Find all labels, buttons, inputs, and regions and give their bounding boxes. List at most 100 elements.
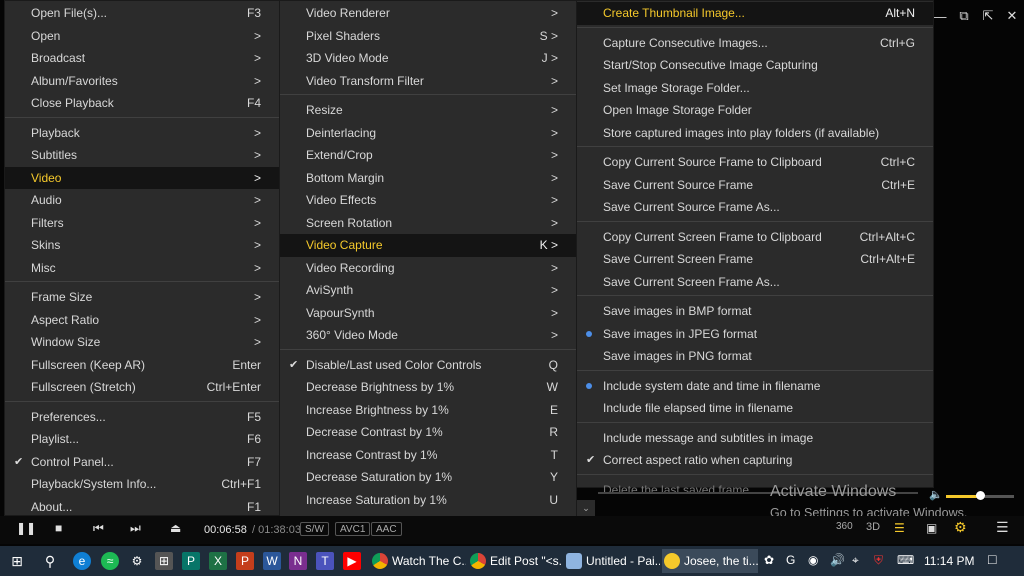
menu-item-start-stop-consecutive-image-capturing[interactable]: Start/Stop Consecutive Image Capturing — [577, 54, 933, 77]
taskbar-task-chrome-1[interactable]: Watch The C... — [370, 549, 466, 573]
menu-item-save-images-in-png-format[interactable]: Save images in PNG format — [577, 345, 933, 368]
search-icon[interactable]: ⚲ — [41, 552, 59, 570]
menu-item-video-renderer[interactable]: Video Renderer > — [280, 2, 576, 25]
menu-item-copy-current-screen-frame-to-clipboard[interactable]: Copy Current Screen Frame to Clipboard Ct… — [577, 226, 933, 249]
tray-app2-icon[interactable]: ◉ — [808, 553, 818, 567]
menu-item-create-thumbnail-image[interactable]: Create Thumbnail Image... Alt+N — [577, 2, 933, 25]
taskbar-task-paint[interactable]: Untitled - Pai... — [564, 549, 660, 573]
clock[interactable]: 11:14 PM — [924, 554, 974, 568]
menu-item-playlist[interactable]: Playlist... F6 — [5, 428, 279, 451]
word-icon[interactable]: W — [263, 552, 281, 570]
subtitle-search-icon[interactable]: ☰ — [894, 521, 905, 535]
menu-icon[interactable]: ☰ — [996, 519, 1009, 536]
stop-icon[interactable]: ■ — [55, 521, 62, 535]
menu-item-set-image-storage-folder[interactable]: Set Image Storage Folder... — [577, 77, 933, 100]
settings-icon[interactable]: ⚙ — [128, 552, 146, 570]
volume-handle[interactable] — [976, 491, 985, 500]
3d-icon[interactable]: 3D — [866, 521, 880, 533]
menu-item-aspect-ratio[interactable]: Aspect Ratio > — [5, 309, 279, 332]
menu-item-decrease-saturation-by-1[interactable]: Decrease Saturation by 1% Y — [280, 466, 576, 489]
windows-start-icon[interactable]: ⊞ — [8, 552, 26, 570]
menu-item-copy-current-source-frame-to-clipboard[interactable]: Copy Current Source Frame to Clipboard Ct… — [577, 151, 933, 174]
menu-item-resize[interactable]: Resize > — [280, 99, 576, 122]
menu-item-extend-crop[interactable]: Extend/Crop > — [280, 144, 576, 167]
menu-item-window-size[interactable]: Window Size > — [5, 331, 279, 354]
taskbar-task-chrome-2[interactable]: Edit Post "<s... — [468, 549, 562, 573]
onenote-icon[interactable]: N — [289, 552, 307, 570]
edge-icon[interactable]: e — [73, 552, 91, 570]
menu-item-screen-rotation[interactable]: Screen Rotation > — [280, 212, 576, 235]
calculator-icon[interactable]: ⊞ — [155, 552, 173, 570]
menu-item-vapoursynth[interactable]: VapourSynth > — [280, 302, 576, 325]
restore-icon[interactable]: ⧉ — [952, 4, 976, 28]
menu-item-increase-saturation-by-1[interactable]: Increase Saturation by 1% U — [280, 489, 576, 512]
pause-icon[interactable]: ❚❚ — [16, 521, 36, 535]
menu-item-playback[interactable]: Playback > — [5, 122, 279, 145]
volume-icon[interactable]: 🔈 — [929, 488, 943, 501]
menu-item-close-playback[interactable]: Close Playback F4 — [5, 92, 279, 115]
menu-item-increase-brightness-by-1[interactable]: Increase Brightness by 1% E — [280, 399, 576, 422]
teams-icon[interactable]: T — [316, 552, 334, 570]
next-icon[interactable]: ⏭ — [130, 521, 141, 536]
menu-item-save-current-screen-frame[interactable]: Save Current Screen Frame Ctrl+Alt+E — [577, 248, 933, 271]
menu-item-misc[interactable]: Misc > — [5, 257, 279, 280]
excel-icon[interactable]: X — [209, 552, 227, 570]
tray-grammarly-icon[interactable]: G — [786, 553, 795, 567]
menu-item-album-favorites[interactable]: Album/Favorites > — [5, 70, 279, 93]
taskbar-task-player[interactable]: Josee, the ti... — [662, 549, 758, 573]
menu-item-pixel-shaders[interactable]: Pixel Shaders S > — [280, 25, 576, 48]
keyboard-icon[interactable]: ⌨ — [897, 553, 914, 567]
fullscreen-icon[interactable]: ⇱ — [976, 4, 1000, 28]
menu-item-save-current-screen-frame-as[interactable]: Save Current Screen Frame As... — [577, 271, 933, 294]
scroll-down-icon[interactable]: ⌄ — [577, 500, 595, 516]
menu-item-360-video-mode[interactable]: 360° Video Mode > — [280, 324, 576, 347]
menu-item-video[interactable]: Video > — [5, 166, 279, 189]
menu-item-skins[interactable]: Skins > — [5, 234, 279, 257]
menu-item-about[interactable]: About... F1 — [5, 496, 279, 519]
video-codec-tag[interactable]: AVC1 — [335, 522, 371, 536]
menu-item-avisynth[interactable]: AviSynth > — [280, 279, 576, 302]
menu-item-control-panel[interactable]: ✔ Control Panel... F7 — [5, 451, 279, 474]
menu-item-save-current-source-frame[interactable]: Save Current Source Frame Ctrl+E — [577, 174, 933, 197]
menu-item-filters[interactable]: Filters > — [5, 212, 279, 235]
network-icon[interactable]: ⌖ — [852, 553, 859, 568]
menu-item-fullscreen-keep-ar[interactable]: Fullscreen (Keep AR) Enter — [5, 354, 279, 377]
menu-item-audio[interactable]: Audio > — [5, 189, 279, 212]
youtube-icon[interactable]: ▶ — [343, 552, 361, 570]
menu-item-store-captured-images-into-play-folders-if-available[interactable]: Store captured images into play folders … — [577, 122, 933, 145]
menu-item-save-images-in-jpeg-format[interactable]: Save images in JPEG format — [577, 323, 933, 346]
menu-item-broadcast[interactable]: Broadcast > — [5, 47, 279, 70]
menu-item-fullscreen-stretch[interactable]: Fullscreen (Stretch) Ctrl+Enter — [5, 376, 279, 399]
menu-item-capture-consecutive-images[interactable]: Capture Consecutive Images... Ctrl+G — [577, 32, 933, 55]
tray-app-icon[interactable]: ✿ — [764, 553, 774, 567]
menu-item-increase-contrast-by-1[interactable]: Increase Contrast by 1% T — [280, 444, 576, 467]
menu-item-video-transform-filter[interactable]: Video Transform Filter > — [280, 70, 576, 93]
menu-item-open[interactable]: Open > — [5, 25, 279, 48]
menu-item-subtitles[interactable]: Subtitles > — [5, 144, 279, 167]
menu-item-preferences[interactable]: Preferences... F5 — [5, 406, 279, 429]
menu-item-include-system-date-and-time-in-filename[interactable]: Include system date and time in filename — [577, 375, 933, 398]
previous-icon[interactable]: ⏮ — [93, 521, 104, 536]
menu-item-save-images-in-bmp-format[interactable]: Save images in BMP format — [577, 300, 933, 323]
menu-item-disable-last-used-color-controls[interactable]: ✔ Disable/Last used Color Controls Q — [280, 354, 576, 377]
renderer-tag[interactable]: S/W — [300, 522, 329, 536]
menu-item-correct-aspect-ratio-when-capturing[interactable]: ✔ Correct aspect ratio when capturing — [577, 449, 933, 472]
audio-codec-tag[interactable]: AAC — [371, 522, 402, 536]
eject-icon[interactable]: ⏏ — [170, 521, 181, 535]
playlist-icon[interactable]: ▣ — [926, 521, 937, 535]
menu-item-include-file-elapsed-time-in-filename[interactable]: Include file elapsed time in filename — [577, 397, 933, 420]
powerpoint-icon[interactable]: P — [236, 552, 254, 570]
menu-item-video-capture[interactable]: Video Capture K > — [280, 234, 576, 257]
menu-item-include-message-and-subtitles-in-image[interactable]: Include message and subtitles in image — [577, 427, 933, 450]
notifications-icon[interactable]: □ — [988, 551, 996, 567]
menu-item-playback-system-info[interactable]: Playback/System Info... Ctrl+F1 — [5, 473, 279, 496]
menu-item-video-recording[interactable]: Video Recording > — [280, 257, 576, 280]
settings-gear-icon[interactable]: ⚙ — [954, 519, 967, 536]
menu-item-open-file-s[interactable]: Open File(s)... F3 — [5, 2, 279, 25]
menu-item-video-effects[interactable]: Video Effects > — [280, 189, 576, 212]
menu-item-decrease-contrast-by-1[interactable]: Decrease Contrast by 1% R — [280, 421, 576, 444]
spotify-icon[interactable]: ≈ — [101, 552, 119, 570]
close-icon[interactable]: ✕ — [1000, 4, 1024, 28]
menu-item-decrease-brightness-by-1[interactable]: Decrease Brightness by 1% W — [280, 376, 576, 399]
security-shield-icon[interactable]: ⛨ — [874, 553, 883, 568]
